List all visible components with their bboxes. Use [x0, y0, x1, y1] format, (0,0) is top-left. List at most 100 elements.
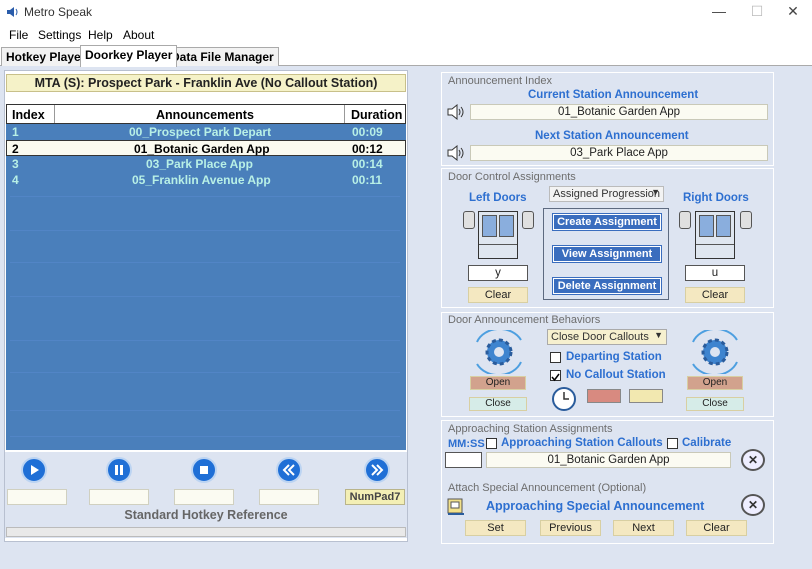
right-open-button[interactable]: Open — [687, 376, 743, 390]
approaching-title: Approaching Station Assignments — [448, 423, 613, 435]
left-door-toggle-icon[interactable] — [522, 211, 534, 229]
table-row[interactable]: 2 01_Botanic Garden App 00:12 — [6, 140, 406, 156]
row-name: 03_Park Place App — [146, 157, 253, 171]
current-station-label: Current Station Announcement — [528, 89, 699, 101]
title-bar: Metro Speak — ☐ ✕ — [0, 0, 812, 24]
right-clear-button[interactable]: Clear — [685, 287, 745, 303]
list-ghost-line — [10, 196, 400, 197]
right-door-key-field[interactable]: u — [685, 265, 745, 281]
special-announcement-label: Approaching Special Announcement — [486, 499, 705, 513]
minimize-button[interactable]: — — [700, 0, 738, 24]
calibrate-checkbox[interactable] — [667, 438, 678, 449]
row-duration: 00:09 — [352, 125, 383, 139]
previous-button[interactable]: Previous — [540, 520, 601, 536]
right-door-icon — [695, 211, 735, 259]
header-index: Index — [12, 108, 45, 122]
tab-hotkey-player[interactable]: Hotkey Player — [1, 47, 91, 66]
playback-progress-bar[interactable] — [6, 527, 406, 537]
left-doors-label: Left Doors — [469, 192, 527, 204]
row-name: 05_Franklin Avenue App — [132, 173, 271, 187]
departing-station-checkbox[interactable] — [550, 352, 561, 363]
calibrate-label: Calibrate — [682, 437, 732, 449]
left-open-button[interactable]: Open — [470, 376, 526, 390]
delete-assignment-button[interactable]: Delete Assignment — [552, 277, 662, 295]
hotkey-slot[interactable] — [89, 489, 149, 505]
approaching-callouts-label: Approaching Station Callouts — [501, 437, 663, 449]
close-button[interactable]: ✕ — [774, 0, 812, 24]
fast-forward-icon — [371, 464, 384, 476]
play-button[interactable] — [21, 457, 47, 483]
table-row[interactable]: 1 00_Prospect Park Depart 00:09 — [6, 124, 406, 140]
hotkey-slot[interactable] — [174, 489, 234, 505]
list-ghost-line — [10, 436, 400, 437]
no-callout-station-label: No Callout Station — [566, 369, 666, 381]
no-callout-station-checkbox[interactable] — [550, 370, 561, 382]
remove-approaching-button[interactable]: ✕ — [741, 449, 765, 471]
table-row[interactable]: 3 03_Park Place App 00:14 — [6, 156, 406, 172]
left-clear-button[interactable]: Clear — [468, 287, 528, 303]
list-ghost-line — [10, 340, 400, 341]
chevron-down-icon: ▼ — [651, 187, 660, 197]
rewind-icon — [282, 464, 295, 476]
header-announcements: Announcements — [156, 108, 254, 122]
callout-dropdown-value: Close Door Callouts — [551, 331, 649, 343]
next-button[interactable]: Next — [613, 520, 674, 536]
clock-icon[interactable] — [551, 386, 577, 412]
standard-hotkey-reference: Standard Hotkey Reference — [124, 508, 288, 522]
mmss-time-input[interactable] — [445, 452, 482, 468]
view-assignment-button[interactable]: View Assignment — [552, 245, 662, 263]
right-close-button[interactable]: Close — [686, 397, 744, 411]
tab-data-file-manager[interactable]: Data File Manager — [166, 47, 279, 66]
row-index: 2 — [12, 142, 19, 156]
left-gear-icon — [476, 330, 522, 374]
fast-forward-button[interactable] — [364, 457, 390, 483]
list-ghost-line — [10, 230, 400, 231]
departing-station-label: Departing Station — [566, 351, 662, 363]
remove-special-button[interactable]: ✕ — [741, 494, 765, 516]
tab-doorkey-player[interactable]: Doorkey Player — [80, 45, 178, 67]
header-duration: Duration — [351, 108, 403, 122]
table-row[interactable]: 4 05_Franklin Avenue App 00:11 — [6, 172, 406, 188]
clear-special-button[interactable]: Clear — [686, 520, 747, 536]
assignment-dropdown-value: Assigned Progression — [553, 188, 661, 200]
list-ghost-line — [10, 262, 400, 263]
assignment-dropdown[interactable]: Assigned Progression ▼ — [549, 186, 664, 202]
menu-settings[interactable]: Settings — [38, 28, 81, 42]
left-close-button[interactable]: Close — [469, 397, 527, 411]
row-index: 4 — [12, 173, 19, 187]
row-duration: 00:12 — [352, 142, 383, 156]
stop-button[interactable] — [191, 457, 217, 483]
rewind-button[interactable] — [276, 457, 302, 483]
right-door-toggle-icon[interactable] — [679, 211, 691, 229]
menu-about[interactable]: About — [123, 28, 154, 42]
approaching-callouts-checkbox[interactable] — [486, 438, 497, 449]
callout-dropdown[interactable]: Close Door Callouts ▼ — [547, 329, 667, 345]
maximize-button[interactable]: ☐ — [738, 0, 776, 24]
right-door-toggle-icon[interactable] — [740, 211, 752, 229]
row-name: 00_Prospect Park Depart — [129, 125, 272, 139]
approaching-announcement-field: 01_Botanic Garden App — [486, 452, 731, 468]
menu-help[interactable]: Help — [88, 28, 113, 42]
set-button[interactable]: Set — [465, 520, 526, 536]
hotkey-slot[interactable] — [7, 489, 67, 505]
yellow-color-swatch[interactable] — [629, 389, 663, 403]
hotkey-slot[interactable] — [259, 489, 319, 505]
red-color-swatch[interactable] — [587, 389, 621, 403]
left-door-toggle-icon[interactable] — [463, 211, 475, 229]
menu-file[interactable]: File — [9, 28, 28, 42]
current-station-field: 01_Botanic Garden App — [470, 104, 768, 120]
mmss-label: MM:SS — [448, 438, 485, 450]
next-station-field: 03_Park Place App — [470, 145, 768, 161]
checkmark-icon — [551, 373, 560, 382]
speaker-icon[interactable] — [447, 145, 465, 161]
left-door-key-field[interactable]: y — [468, 265, 528, 281]
close-icon: ✕ — [747, 498, 759, 512]
file-attach-icon[interactable] — [446, 497, 466, 517]
pause-button[interactable] — [106, 457, 132, 483]
door-control-title: Door Control Assignments — [448, 171, 576, 183]
speaker-icon[interactable] — [447, 104, 465, 120]
numpad-key-label[interactable]: NumPad7 — [345, 489, 405, 505]
list-ghost-line — [10, 296, 400, 297]
create-assignment-button[interactable]: Create Assignment — [552, 213, 662, 231]
row-duration: 00:11 — [352, 173, 383, 187]
